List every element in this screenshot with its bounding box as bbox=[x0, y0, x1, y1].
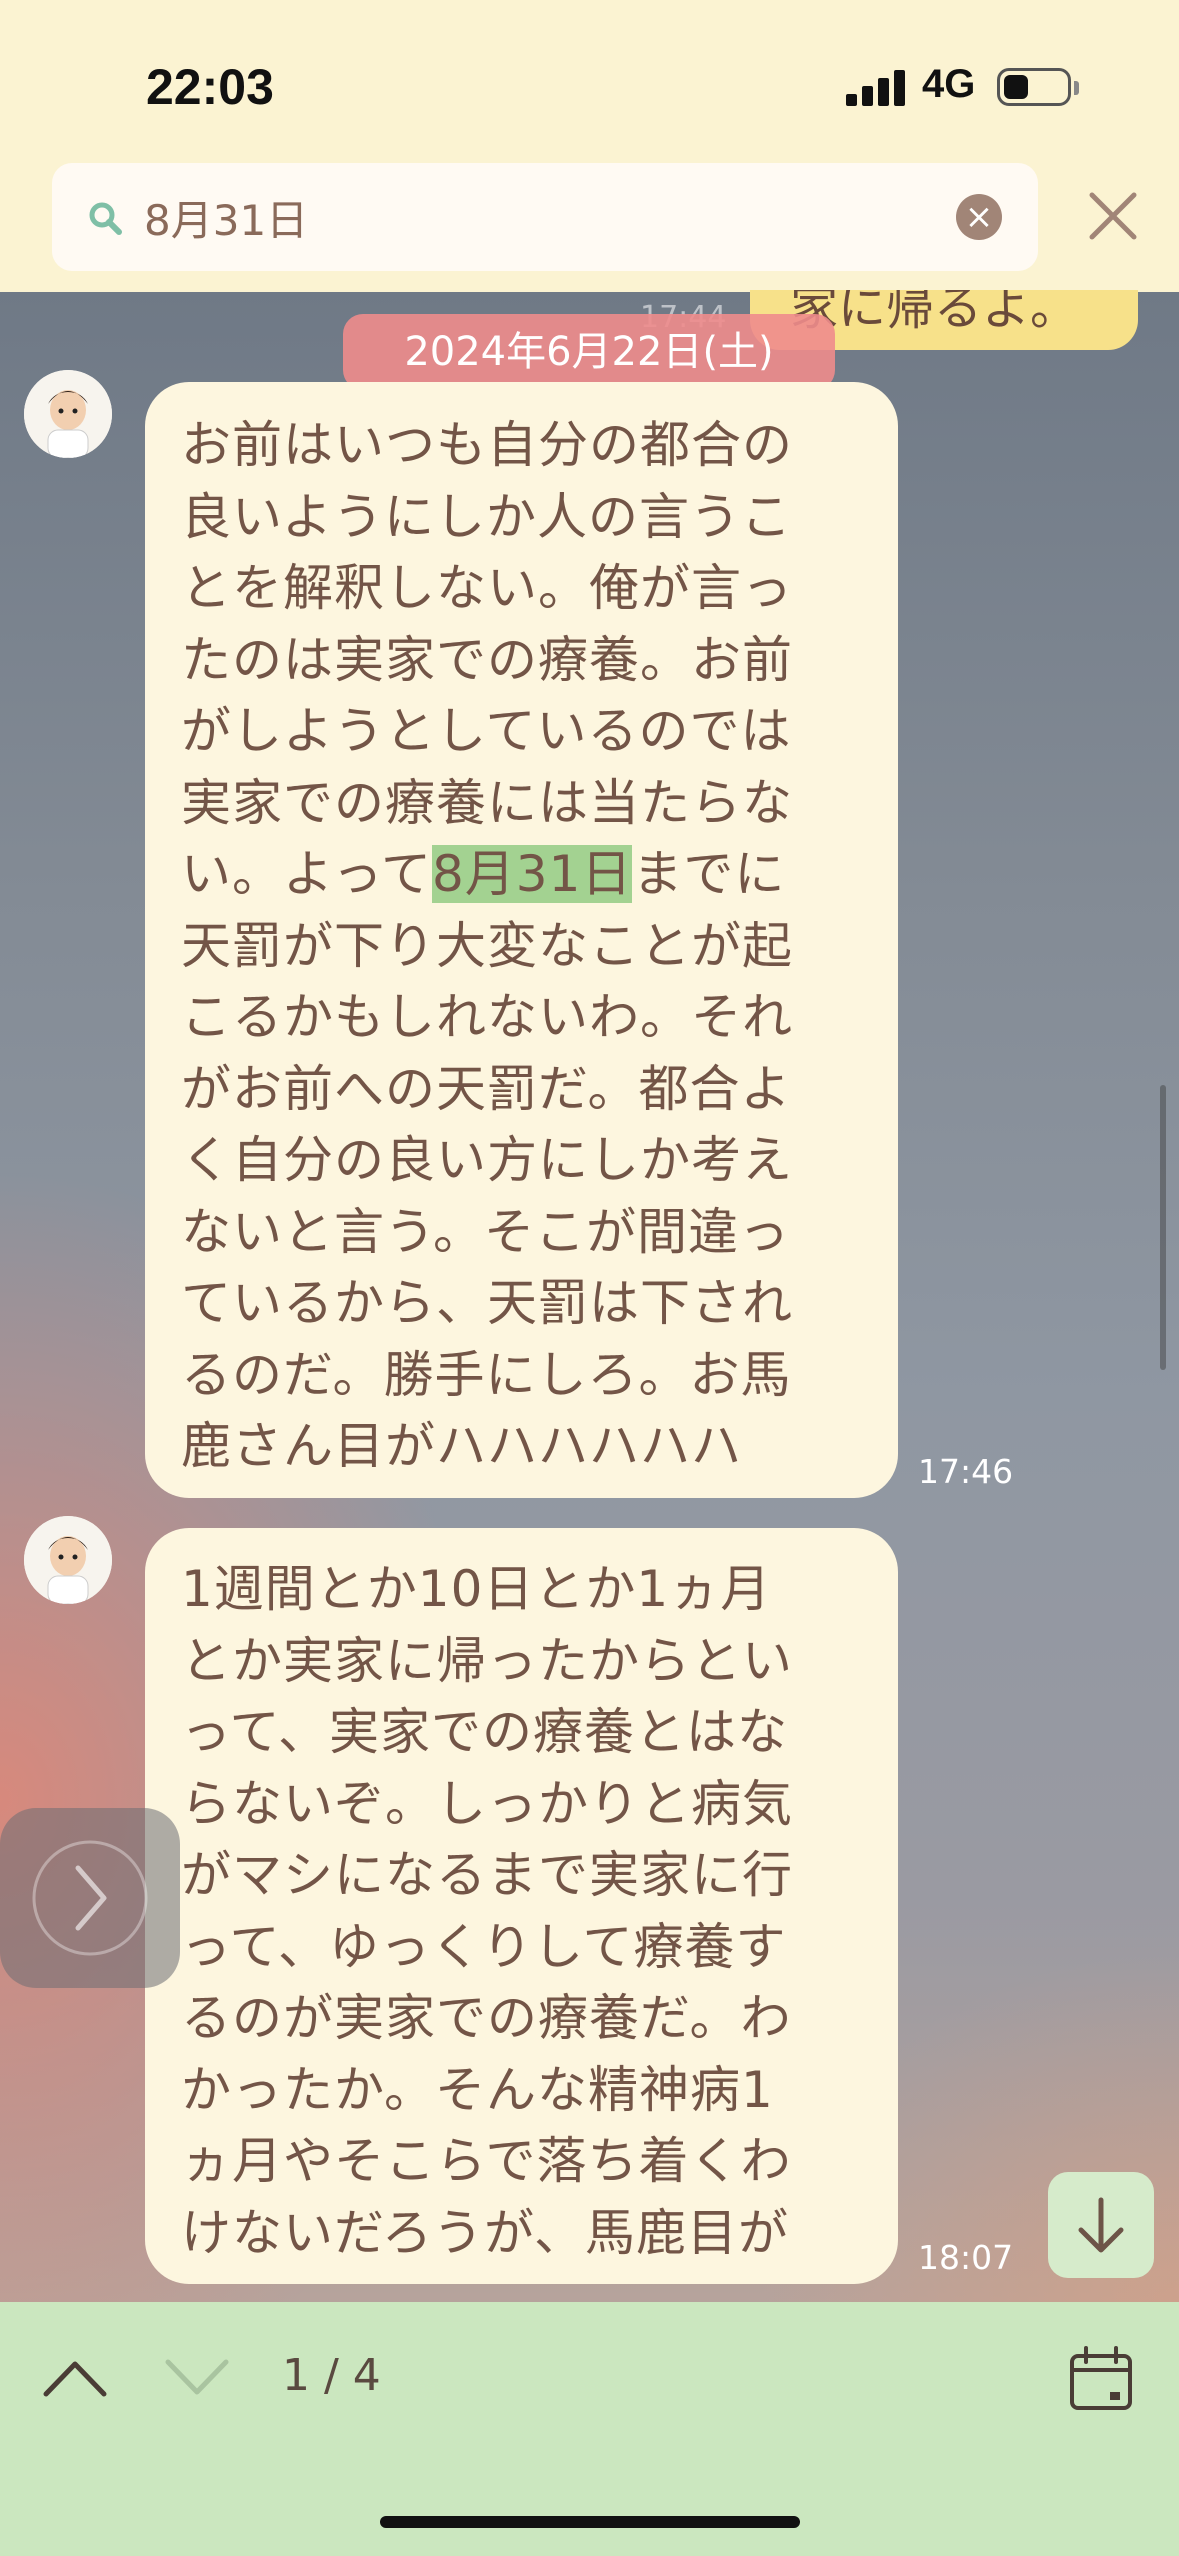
date-separator: 2024年6月22日(土) bbox=[343, 314, 835, 390]
search-input[interactable]: 8月31日 × bbox=[52, 163, 1038, 271]
close-icon[interactable] bbox=[1082, 185, 1144, 247]
message-line: ているから、天罰は下され bbox=[181, 1274, 793, 1332]
message-line: るのが実家での療養だ。わ bbox=[181, 1989, 792, 2047]
message-line: い。よって8月31日までに bbox=[181, 839, 862, 911]
result-counter: 1 / 4 bbox=[282, 2350, 381, 2401]
signal-icon bbox=[846, 70, 906, 106]
message-line: るのだ。勝手にしろ。お馬 bbox=[181, 1345, 792, 1404]
side-next-button[interactable] bbox=[0, 1808, 180, 1988]
message-line: とか実家に帰ったからとい bbox=[181, 1631, 793, 1690]
message-line: 天罰が下り大変なことが起 bbox=[181, 916, 793, 975]
message-line: 良いようにしか人の言うこ bbox=[181, 487, 792, 546]
chevron-down-icon[interactable] bbox=[162, 2352, 232, 2402]
avatar-icon bbox=[24, 1516, 112, 1604]
message-line: く自分の良い方にしか考え bbox=[181, 1131, 793, 1189]
message-bubble[interactable]: お前はいつも自分の都合の 良いようにしか人の言うこ とを解釈しない。俺が言っ た… bbox=[145, 382, 898, 1498]
message-line: がしようとしているのでは bbox=[181, 702, 792, 760]
message-text: い。よって bbox=[181, 845, 432, 903]
arrow-down-icon bbox=[1078, 2197, 1124, 2253]
message-line: ないと言う。そこが間違っ bbox=[181, 1202, 790, 1261]
message-line: がお前への天罰だ。都合よ bbox=[181, 1059, 792, 1118]
scrollbar[interactable] bbox=[1160, 1085, 1166, 1370]
message-line: けないだろうが、馬鹿目が bbox=[181, 2203, 789, 2262]
battery-icon bbox=[997, 68, 1079, 106]
message-time: 17:46 bbox=[918, 1452, 1014, 1491]
message-text: までに bbox=[632, 845, 786, 903]
message-line: 1週間とか10日とか1ヵ月 bbox=[181, 1560, 772, 1618]
message-line: 鹿さん目がハハハハハハ bbox=[181, 1417, 742, 1475]
scroll-to-bottom-button[interactable] bbox=[1048, 2172, 1154, 2278]
message-line: かったか。そんな精神病1 bbox=[181, 2060, 774, 2119]
message-line: らないぞ。しっかりと病気 bbox=[181, 1774, 793, 1833]
message-time: 18:07 bbox=[918, 2238, 1014, 2277]
message-line: お前はいつも自分の都合の bbox=[181, 416, 793, 474]
calendar-icon[interactable] bbox=[1066, 2344, 1136, 2414]
avatar[interactable] bbox=[24, 370, 112, 458]
message-line: たのは実家での療養。お前 bbox=[181, 630, 793, 689]
message-line: って、実家での療養とはな bbox=[181, 1703, 788, 1761]
home-indicator[interactable] bbox=[380, 2516, 800, 2528]
clear-search-button[interactable]: × bbox=[956, 194, 1002, 240]
chevron-right-icon bbox=[32, 1840, 148, 1956]
message-line: こるかもしれないわ。それ bbox=[181, 988, 793, 1046]
avatar[interactable] bbox=[24, 1516, 112, 1604]
message-line: とを解釈しない。俺が言っ bbox=[181, 559, 793, 617]
message-line: って、ゆっくりして療養す bbox=[181, 1917, 787, 1976]
search-query[interactable]: 8月31日 bbox=[144, 187, 308, 248]
network-label: 4G bbox=[922, 62, 976, 106]
status-time: 22:03 bbox=[146, 59, 274, 115]
avatar-icon bbox=[24, 370, 112, 458]
message-bubble[interactable]: 1週間とか10日とか1ヵ月 とか実家に帰ったからとい って、実家での療養とはな … bbox=[145, 1528, 898, 2284]
search-highlight: 8月31日 bbox=[432, 845, 633, 903]
message-line: がマシになるまで実家に行 bbox=[181, 1846, 793, 1904]
search-icon bbox=[89, 202, 122, 235]
message-line: 実家での療養には当たらな bbox=[181, 773, 793, 832]
chevron-up-icon[interactable] bbox=[40, 2352, 110, 2402]
message-line: ヵ月やそこらで落ち着くわ bbox=[181, 2132, 792, 2190]
